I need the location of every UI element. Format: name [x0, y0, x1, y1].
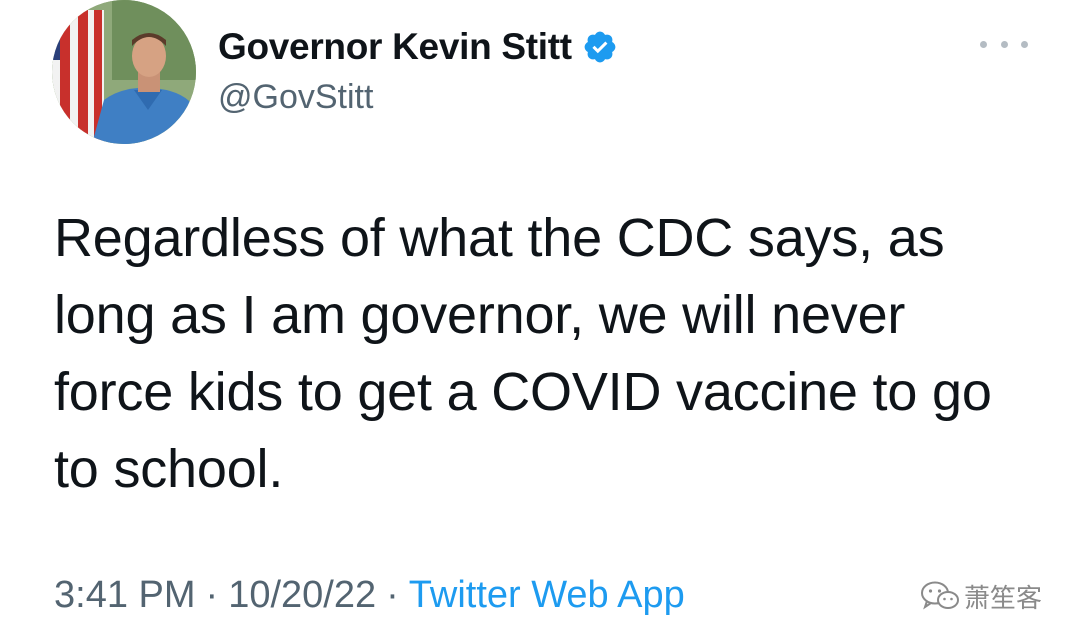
watermark-text: 萧笙客	[964, 583, 1043, 614]
meta-separator: ·	[205, 574, 219, 616]
wechat-icon	[921, 581, 959, 610]
more-options-icon[interactable]	[980, 30, 1028, 58]
tweet-card: Governor Kevin Stitt @GovStitt Regardles…	[0, 0, 1080, 644]
tweet-source-link[interactable]: Twitter Web App	[409, 574, 685, 617]
author-avatar[interactable]	[52, 0, 196, 144]
author-name-row: Governor Kevin Stitt	[218, 22, 618, 72]
more-dot	[1000, 40, 1008, 48]
author-handle[interactable]: @GovStitt	[218, 78, 373, 117]
tweet-meta: 3:41 PM · 10/20/22 · Twitter Web App	[54, 574, 685, 617]
verified-badge-icon	[582, 29, 618, 65]
avatar-photo	[52, 0, 196, 144]
meta-separator: ·	[386, 574, 399, 616]
tweet-text: Regardless of what the CDC says, as long…	[54, 208, 992, 499]
watermark: 萧笙客	[920, 578, 1042, 614]
tweet-date[interactable]: 10/20/22	[228, 574, 376, 617]
tweet-time[interactable]: 3:41 PM	[54, 574, 196, 617]
author-display-name[interactable]: Governor Kevin Stitt	[218, 26, 572, 68]
more-dot	[1021, 40, 1028, 48]
more-dot	[980, 40, 987, 48]
